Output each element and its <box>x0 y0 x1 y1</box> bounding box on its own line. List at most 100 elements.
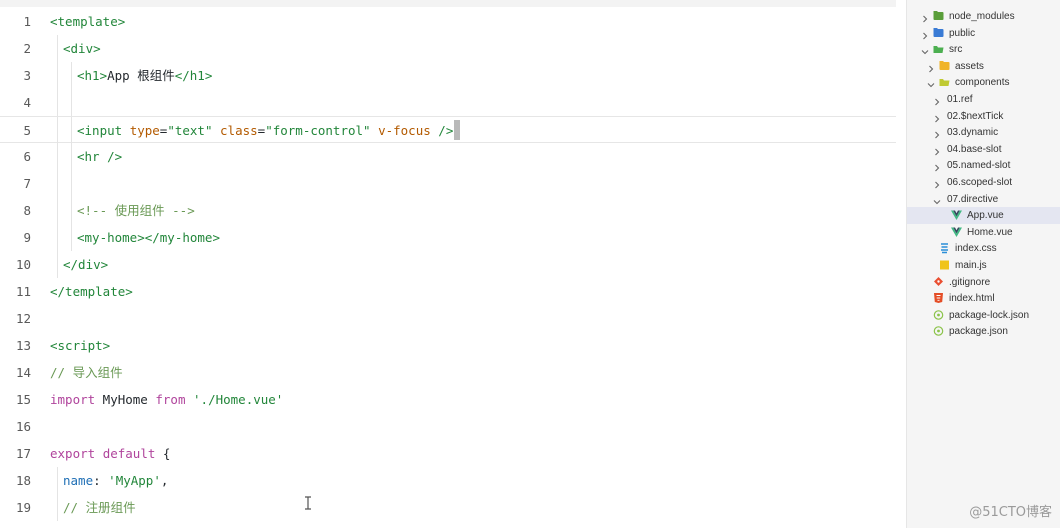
tree-item[interactable]: 02.$nextTick <box>907 108 1060 125</box>
code-line[interactable]: 18 name: 'MyApp', <box>0 467 896 494</box>
chevron-right-icon[interactable] <box>933 178 941 189</box>
code-line[interactable]: 2 <div> <box>0 35 896 62</box>
line-number: 1 <box>23 14 31 29</box>
tree-item[interactable]: node_modules <box>907 8 1060 25</box>
vue-file-icon <box>951 226 962 238</box>
code-line[interactable]: 9 <my-home></my-home> <box>0 224 896 251</box>
line-code[interactable]: <!-- 使用组件 --> <box>77 197 195 224</box>
text-cursor <box>454 120 461 140</box>
code-token: <script> <box>50 338 111 353</box>
tree-item[interactable]: Home.vue <box>907 224 1060 241</box>
text-cursor-icon <box>305 496 311 510</box>
chevron-right-icon[interactable] <box>933 145 941 156</box>
file-explorer[interactable]: node_modulespublic src assets components 01.… <box>906 0 1060 528</box>
code-token: // 导入组件 <box>50 365 123 380</box>
line-number: 13 <box>15 338 31 353</box>
code-token: /> <box>430 123 454 138</box>
tree-item[interactable]: App.vue <box>907 207 1060 225</box>
tree-item-label: 07.directive <box>947 193 999 205</box>
chevron-down-icon[interactable] <box>921 45 929 55</box>
chevron-right-icon[interactable] <box>921 12 929 23</box>
tree-item-label: 06.scoped-slot <box>947 177 1013 188</box>
indent-guide <box>71 143 72 170</box>
code-line[interactable]: 11 </template> <box>0 278 896 305</box>
chevron-down-icon[interactable] <box>933 195 941 204</box>
tree-item[interactable]: public <box>907 25 1060 42</box>
line-code[interactable]: </template> <box>50 278 133 305</box>
line-code[interactable]: <div> <box>63 35 101 62</box>
code-line[interactable]: 7 <box>0 170 896 197</box>
line-number: 10 <box>15 257 31 272</box>
tree-item[interactable]: 01.ref <box>907 91 1060 108</box>
tree-item[interactable]: components <box>907 74 1060 91</box>
code-token: export <box>50 446 96 461</box>
line-number: 3 <box>23 68 31 83</box>
tree-item[interactable]: package-lock.json <box>907 307 1060 324</box>
tree-item[interactable]: main.js <box>907 257 1060 274</box>
line-code[interactable]: <h1>App 根组件</h1> <box>77 62 212 89</box>
line-code[interactable]: <input type="text" class="form-control" … <box>77 117 461 144</box>
tree-item[interactable]: src <box>907 41 1060 58</box>
tree-item[interactable]: 05.named-slot <box>907 157 1060 174</box>
tree-item[interactable]: package.json <box>907 323 1060 340</box>
chevron-right-icon[interactable] <box>933 95 941 106</box>
line-code[interactable]: <hr /> <box>77 143 122 170</box>
code-line[interactable]: 13 <script> <box>0 332 896 359</box>
line-code[interactable]: name: 'MyApp', <box>63 467 168 494</box>
code-line[interactable]: 1 <template> <box>0 8 896 35</box>
vue-file-icon <box>951 209 962 221</box>
indent-guide <box>57 251 58 278</box>
line-number: 18 <box>15 473 31 488</box>
code-line[interactable]: 19 // 注册组件 <box>0 494 896 521</box>
line-number: 12 <box>15 311 31 326</box>
chevron-right-icon[interactable] <box>933 128 941 139</box>
line-code[interactable]: // 注册组件 <box>63 494 136 521</box>
tree-item[interactable]: assets <box>907 58 1060 75</box>
line-code[interactable]: <script> <box>50 332 110 359</box>
code-line[interactable]: 15 import MyHome from './Home.vue' <box>0 386 896 413</box>
code-line[interactable]: 6 <hr /> <box>0 143 896 170</box>
code-line[interactable]: 17 export default { <box>0 440 896 467</box>
line-number: 14 <box>15 365 31 380</box>
chevron-right-icon[interactable] <box>921 29 929 39</box>
json-file-icon <box>933 309 944 321</box>
code-line[interactable]: 4 <box>0 89 896 116</box>
chevron-down-icon[interactable] <box>927 78 935 88</box>
tree-item[interactable]: 03.dynamic <box>907 124 1060 141</box>
code-token: from <box>155 392 186 407</box>
src-folder-icon <box>933 43 944 55</box>
tree-item[interactable]: index.html <box>907 290 1060 307</box>
line-code[interactable]: <template> <box>50 8 125 35</box>
chevron-right-icon[interactable] <box>927 62 935 73</box>
code-editor[interactable]: 1 <template> 2 <div> 3 <h1>App 根组件</h1> 4 5 <inp… <box>0 0 896 528</box>
line-number: 5 <box>23 123 31 138</box>
tree-item-label: App.vue <box>967 210 1004 222</box>
line-code[interactable]: // 导入组件 <box>50 359 123 386</box>
indent-guide <box>57 62 58 89</box>
tree-item[interactable]: 06.scoped-slot <box>907 174 1060 191</box>
tree-item[interactable]: .gitignore <box>907 274 1060 291</box>
tree-item[interactable]: 07.directive <box>907 191 1060 208</box>
indent-guide <box>71 197 72 224</box>
tree-item-label: public <box>949 27 976 39</box>
tree-item[interactable]: 04.base-slot <box>907 141 1060 158</box>
tree-item-label: assets <box>955 60 984 72</box>
indent-guide <box>57 494 58 521</box>
code-line[interactable]: 5 <input type="text" class="form-control"… <box>0 116 896 144</box>
tree-item[interactable]: index.css <box>907 240 1060 257</box>
line-code[interactable]: <my-home></my-home> <box>77 224 220 251</box>
code-line[interactable]: 14 // 导入组件 <box>0 359 896 386</box>
indent-guide <box>57 467 58 494</box>
code-line[interactable]: 3 <h1>App 根组件</h1> <box>0 62 896 89</box>
line-code[interactable]: import MyHome from './Home.vue' <box>50 386 283 413</box>
code-line[interactable]: 8 <!-- 使用组件 --> <box>0 197 896 224</box>
components-folder-icon <box>939 76 950 88</box>
line-code[interactable]: export default { <box>50 440 170 467</box>
code-line[interactable]: 10 </div> <box>0 251 896 278</box>
chevron-right-icon[interactable] <box>933 112 941 122</box>
code-line[interactable]: 16 <box>0 413 896 440</box>
code-token: <my-home></my-home> <box>77 230 220 245</box>
code-line[interactable]: 12 <box>0 305 896 332</box>
chevron-right-icon[interactable] <box>933 161 941 172</box>
line-code[interactable]: </div> <box>63 251 108 278</box>
